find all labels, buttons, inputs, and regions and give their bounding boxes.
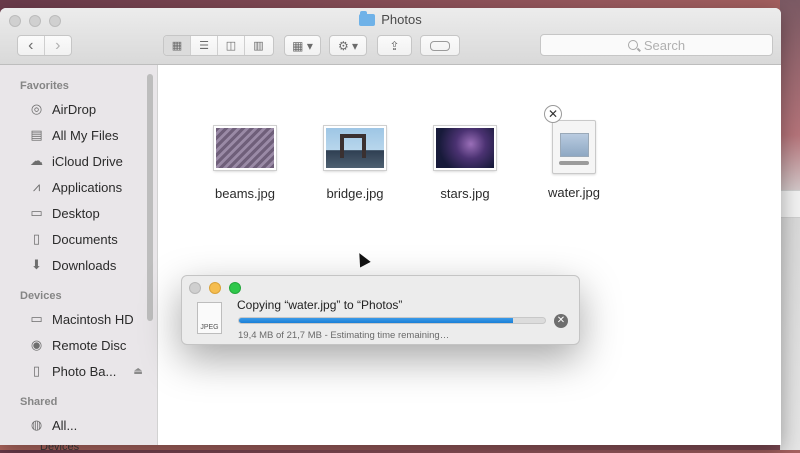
documents-icon: ▯ [32, 231, 41, 246]
drive-icon: ▯ [32, 363, 41, 378]
column-view-icon: ◫ [225, 40, 237, 52]
sidebar-heading-shared: Shared [20, 396, 58, 408]
sidebar-item-label: All My Files [52, 127, 119, 143]
downloads-icon: ⬇ [31, 257, 42, 272]
icon-view-icon: ▦ [171, 40, 183, 52]
close-icon: ✕ [547, 107, 559, 121]
eject-icon[interactable]: ⏏ [133, 366, 142, 377]
copy-status: 19,4 MB of 21,7 MB - Estimating time rem… [238, 330, 450, 341]
image-thumbnail [214, 126, 276, 170]
all-files-icon: ▤ [30, 127, 43, 142]
file-name: stars.jpg [440, 186, 490, 201]
sidebar-item-label: Macintosh HD [52, 311, 134, 327]
title-bar: Photos ‹ › ▦ ☰ ◫ ▥ ▦ ▾ ⚙ ▾ ⇪ Search [0, 8, 781, 65]
disc-icon: ◉ [30, 337, 43, 352]
file-item-water[interactable]: water.jpg [519, 120, 629, 200]
sidebar-item-label: Documents [52, 231, 118, 247]
sidebar-item-all-shared[interactable]: ◍ All... [28, 415, 77, 435]
sidebar-item-downloads[interactable]: ⬇ Downloads [28, 255, 116, 275]
cloud-icon: ☁ [30, 153, 43, 168]
file-item-beams[interactable]: beams.jpg [190, 126, 300, 201]
window-title-text: Photos [381, 12, 422, 27]
sidebar: Favorites ◎ AirDrop ▤ All My Files ☁ iCloud… [0, 65, 158, 445]
sidebar-item-label: Desktop [52, 205, 100, 221]
sidebar-item-label: iCloud Drive [52, 153, 123, 169]
folder-icon [359, 10, 376, 26]
sidebar-item-icloud-drive[interactable]: ☁ iCloud Drive [28, 151, 123, 171]
forward-icon: › [55, 36, 61, 54]
tags-button[interactable] [420, 35, 460, 56]
sidebar-item-label: Downloads [52, 257, 117, 273]
minimize-window-button[interactable] [209, 282, 221, 294]
forward-button[interactable]: › [45, 36, 71, 55]
file-browser-content: beams.jpg bridge.jpg stars.jpg water.jpg [159, 65, 781, 445]
window-title: Photos [0, 10, 781, 27]
search-icon [627, 40, 638, 50]
zoom-window-button[interactable] [229, 282, 241, 294]
icon-view-button[interactable]: ▦ [164, 36, 191, 55]
close-window-button[interactable] [189, 282, 201, 294]
sidebar-item-desktop[interactable]: ▭ Desktop [28, 203, 100, 223]
sidebar-heading-devices: Devices [20, 290, 62, 302]
copy-progress-dialog: JPEG Copying “water.jpg” to “Photos” 19,… [181, 275, 580, 345]
gear-icon: ⚙ ▾ [337, 38, 359, 53]
file-name: bridge.jpg [326, 186, 384, 201]
list-view-button[interactable]: ☰ [191, 36, 218, 55]
file-item-stars[interactable]: stars.jpg [410, 126, 520, 201]
stop-copy-button[interactable]: ✕ [554, 314, 568, 328]
cancel-copy-badge[interactable]: ✕ [544, 105, 562, 123]
search-field[interactable]: Search [540, 34, 773, 56]
sidebar-item-label: Applications [52, 179, 123, 195]
sidebar-heading-favorites: Favorites [20, 80, 69, 92]
image-thumbnail [434, 126, 496, 170]
applications-icon: ⩘ [32, 179, 41, 194]
sidebar-item-photo-backup[interactable]: ▯ Photo Ba... ⏏ [28, 361, 143, 381]
sidebar-scrollbar[interactable] [147, 74, 153, 321]
back-button[interactable]: ‹ [18, 36, 45, 55]
airdrop-icon: ◎ [30, 101, 43, 116]
copy-progress-bar [238, 317, 546, 324]
sidebar-item-documents[interactable]: ▯ Documents [28, 229, 118, 249]
share-button[interactable]: ⇪ [377, 35, 412, 56]
sidebar-item-all-my-files[interactable]: ▤ All My Files [28, 125, 118, 145]
progress-fill [239, 318, 513, 323]
hard-drive-icon: ▭ [30, 311, 43, 326]
file-name: beams.jpg [215, 186, 275, 201]
sidebar-item-label: All... [52, 417, 78, 433]
close-icon: ✕ [556, 315, 566, 326]
finder-window: Photos ‹ › ▦ ☰ ◫ ▥ ▦ ▾ ⚙ ▾ ⇪ Search Favo… [0, 8, 781, 445]
action-button[interactable]: ⚙ ▾ [329, 35, 367, 56]
sidebar-item-macintosh-hd[interactable]: ▭ Macintosh HD [28, 309, 134, 329]
sidebar-item-airdrop[interactable]: ◎ AirDrop [28, 99, 96, 119]
file-name: water.jpg [547, 185, 601, 200]
network-icon: ◍ [30, 417, 43, 432]
sidebar-item-label: AirDrop [52, 101, 97, 117]
desktop-background-right [780, 0, 800, 450]
sidebar-item-label: Photo Ba... [52, 363, 117, 379]
sidebar-item-applications[interactable]: ⩘ Applications [28, 177, 122, 197]
back-forward-control: ‹ › [17, 35, 72, 56]
file-item-bridge[interactable]: bridge.jpg [300, 126, 410, 201]
view-mode-control: ▦ ☰ ◫ ▥ [163, 35, 274, 56]
arrange-button[interactable]: ▦ ▾ [284, 35, 321, 56]
desktop-icon: ▭ [30, 205, 43, 220]
sidebar-item-remote-disc[interactable]: ◉ Remote Disc [28, 335, 127, 355]
background-window-edge [780, 190, 800, 218]
tag-icon [430, 40, 450, 51]
arrange-icon: ▦ ▾ [292, 38, 313, 53]
copying-file-icon [552, 120, 596, 174]
sidebar-item-label: Remote Disc [52, 337, 127, 353]
jpeg-file-icon: JPEG [197, 302, 222, 334]
cover-flow-icon: ▥ [253, 40, 264, 52]
image-thumbnail [324, 126, 386, 170]
file-type-label: JPEG [200, 324, 219, 331]
cover-flow-button[interactable]: ▥ [245, 36, 272, 55]
search-placeholder: Search [643, 37, 686, 53]
share-icon: ⇪ [389, 38, 400, 53]
copy-title: Copying “water.jpg” to “Photos” [237, 298, 403, 312]
back-icon: ‹ [28, 36, 34, 54]
list-view-icon: ☰ [199, 40, 209, 52]
column-view-button[interactable]: ◫ [218, 36, 245, 55]
